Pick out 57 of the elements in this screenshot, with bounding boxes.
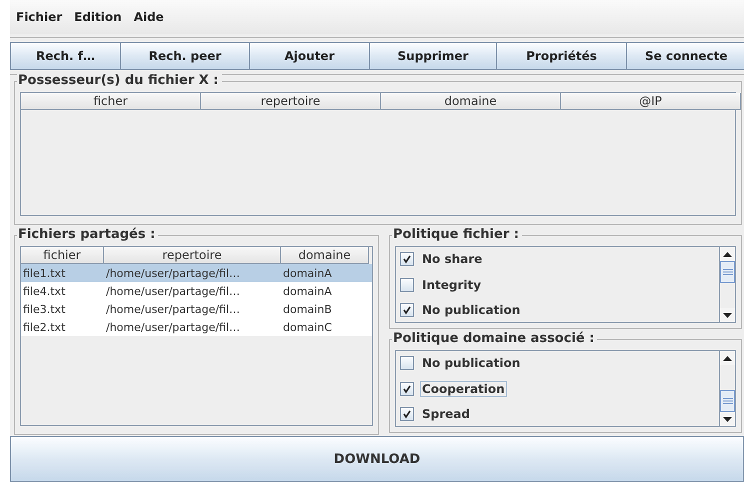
column-header[interactable]: fichier: [21, 247, 104, 264]
table-cell-text: domainA: [282, 284, 333, 298]
checkbox-label[interactable]: No publication: [420, 302, 522, 318]
toolbar-button[interactable]: Rech. peer: [120, 42, 250, 70]
toolbar-button[interactable]: Rech. f…: [10, 42, 121, 70]
toolbar-button[interactable]: Se connecte: [626, 42, 744, 70]
group-title: Fichiers partagés :: [17, 227, 158, 243]
toolbar-button[interactable]: Ajouter: [249, 42, 370, 70]
table-cell-text: /home/user/partage/fil…: [105, 284, 242, 298]
checkbox[interactable]: [400, 278, 414, 292]
table-cell-text: domainC: [282, 320, 333, 334]
table-row[interactable]: file1.txt /home/user/partage/fil… domainA: [21, 264, 372, 282]
group-title: Politique fichier :: [392, 227, 522, 243]
table-cell-text: /home/user/partage/fil…: [105, 266, 242, 280]
checkbox[interactable]: [400, 356, 414, 370]
group-title: Politique domaine associé :: [392, 331, 598, 347]
checkbox-label[interactable]: Spread: [420, 406, 472, 422]
scroll-up-icon[interactable]: [720, 247, 735, 261]
table-cell-text: file4.txt: [22, 284, 66, 298]
table-cell-text: file1.txt: [22, 266, 66, 280]
checkbox-label[interactable]: Cooperation: [420, 380, 507, 396]
checkbox[interactable]: [400, 303, 414, 317]
column-header[interactable]: domaine: [281, 247, 369, 264]
toolbar-button[interactable]: Supprimer: [369, 42, 497, 70]
scrollbar[interactable]: [719, 247, 735, 322]
menu-item[interactable]: Edition: [74, 10, 122, 24]
table-cell-text: /home/user/partage/fil…: [105, 320, 242, 334]
toolbar-button[interactable]: Propriétés: [496, 42, 627, 70]
table-cell-text: /home/user/partage/fil…: [105, 302, 242, 316]
scroll-down-icon[interactable]: [720, 308, 735, 322]
table-row[interactable]: file4.txt /home/user/partage/fil… domainA: [21, 282, 372, 300]
group-title: Possesseur(s) du fichier X :: [17, 73, 222, 89]
checkbox[interactable]: [400, 407, 414, 421]
menu-item[interactable]: Aide: [134, 10, 164, 24]
column-header[interactable]: repertoire: [104, 247, 281, 264]
scroll-thumb[interactable]: [720, 390, 735, 412]
scrollbar[interactable]: [719, 351, 735, 426]
column-header[interactable]: domaine: [381, 93, 561, 110]
checkbox[interactable]: [400, 382, 414, 396]
column-header[interactable]: @IP: [561, 93, 741, 110]
checkbox-label[interactable]: Integrity: [420, 276, 484, 292]
table-row[interactable]: file3.txt /home/user/partage/fil… domainB: [21, 300, 372, 318]
scroll-up-icon[interactable]: [720, 351, 735, 365]
checkbox-label[interactable]: No publication: [420, 355, 522, 371]
table-cell-text: file2.txt: [22, 320, 66, 334]
table-cell-text: domainB: [282, 302, 333, 316]
download-button[interactable]: DOWNLOAD: [10, 436, 744, 482]
menu-item[interactable]: Fichier: [16, 10, 62, 24]
checkbox-label[interactable]: No share: [420, 251, 484, 267]
column-header[interactable]: ficher: [21, 93, 201, 110]
scroll-thumb[interactable]: [720, 261, 735, 283]
table-row[interactable]: file2.txt /home/user/partage/fil… domainC: [21, 318, 372, 336]
column-header[interactable]: repertoire: [201, 93, 381, 110]
table-cell-text: domainA: [282, 266, 333, 280]
checkbox[interactable]: [400, 252, 414, 266]
scroll-down-icon[interactable]: [720, 412, 735, 426]
table-cell-text: file3.txt: [22, 302, 66, 316]
